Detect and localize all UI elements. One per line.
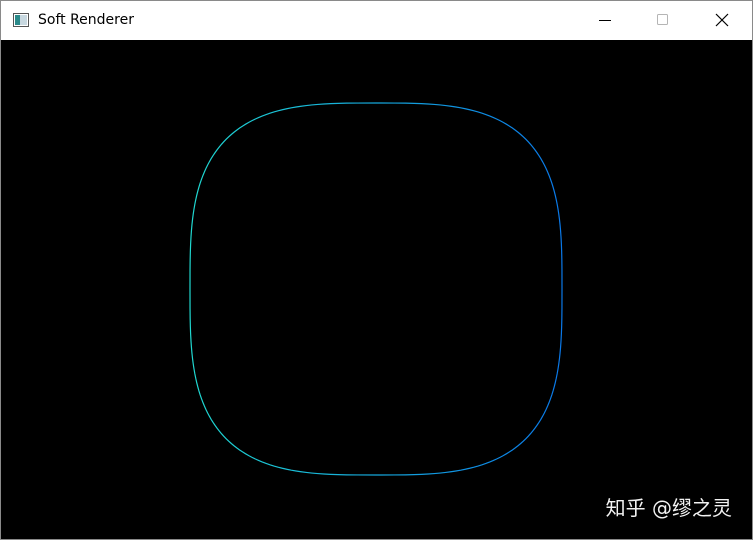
maximize-button[interactable] — [634, 1, 692, 39]
app-window: Soft Renderer 知乎 @缪之灵 — [0, 0, 753, 540]
title-bar[interactable]: Soft Renderer — [1, 1, 752, 39]
close-button[interactable] — [693, 1, 751, 39]
minimize-icon — [599, 14, 611, 26]
watermark-text: 知乎 @缪之灵 — [605, 496, 732, 520]
wireframe-sphere — [189, 102, 563, 476]
maximize-icon — [657, 14, 669, 26]
window-app-icon[interactable] — [13, 12, 29, 27]
minimize-button[interactable] — [576, 1, 634, 39]
close-icon — [715, 13, 729, 27]
window-title: Soft Renderer — [38, 12, 134, 28]
render-viewport[interactable]: 知乎 @缪之灵 — [1, 40, 752, 539]
